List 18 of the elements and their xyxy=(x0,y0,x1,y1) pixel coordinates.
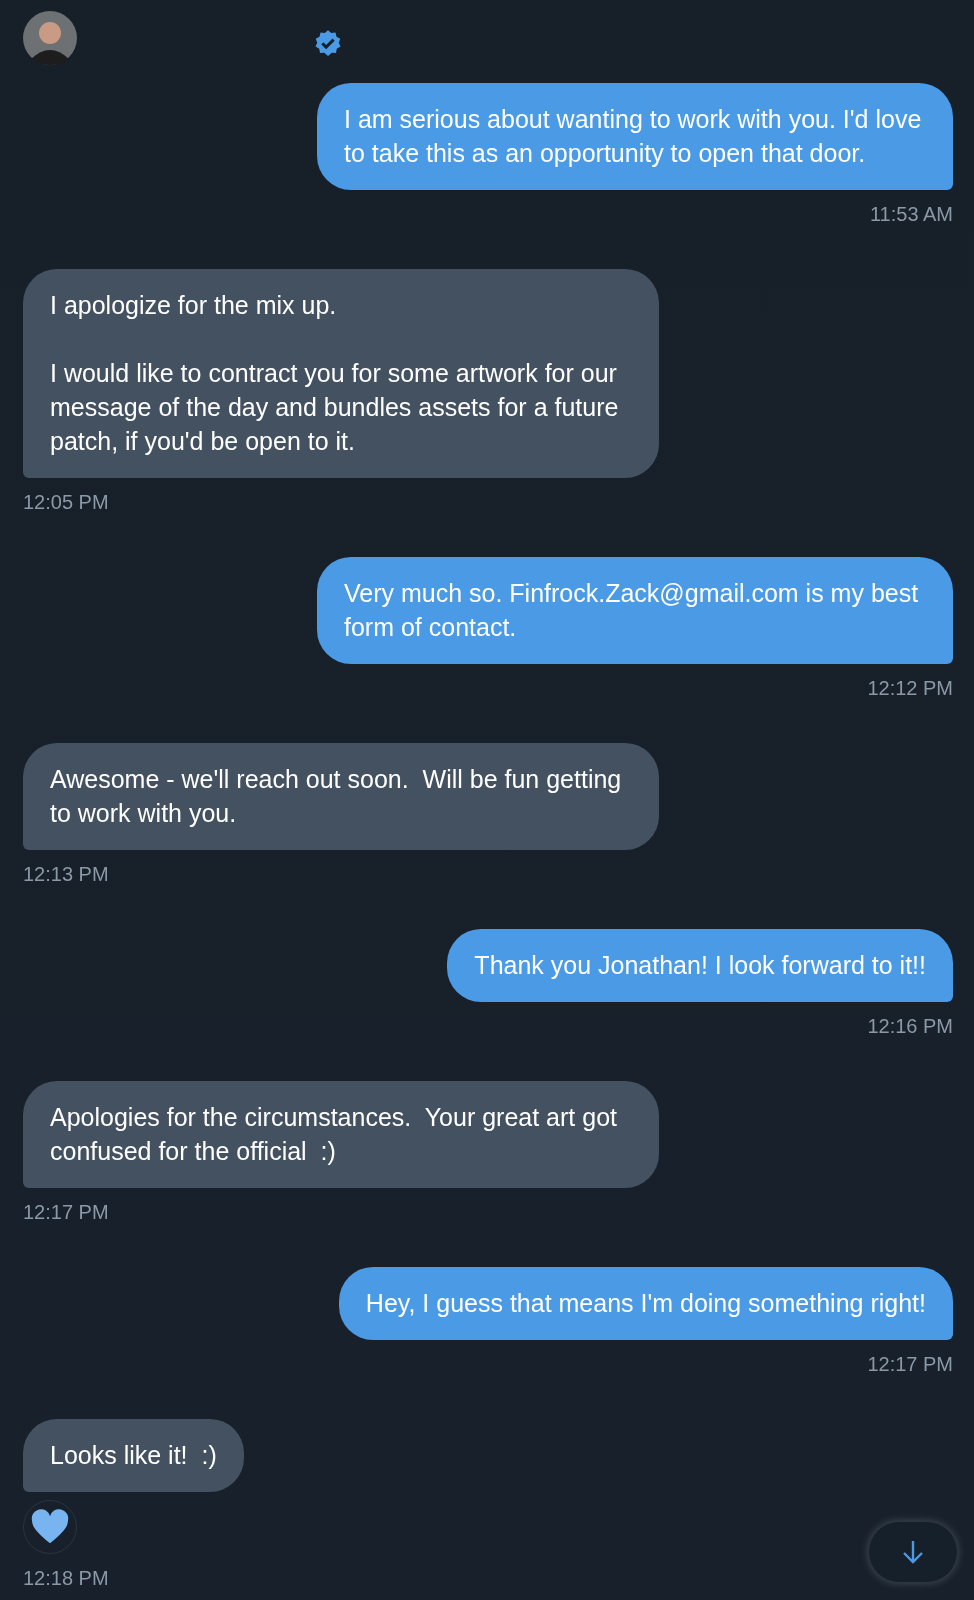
received-message-bubble: Awesome - we'll reach out soon. Will be fun getting to work with you. xyxy=(23,743,659,850)
received-message-bubble: Apologies for the circumstances. Your great art got confused for the official :) xyxy=(23,1081,659,1188)
avatar[interactable] xyxy=(23,11,77,65)
message-time: 12:17 PM xyxy=(867,1352,953,1376)
message-time: 12:17 PM xyxy=(23,1200,109,1224)
sent-message-bubble: I am serious about wanting to work with you. I'd love to take this as an opportunity to open that door. xyxy=(317,83,953,190)
message-time: 12:05 PM xyxy=(23,490,109,514)
message-time: 12:12 PM xyxy=(867,676,953,700)
message-time: 11:53 AM xyxy=(869,202,953,226)
sent-message-bubble: Very much so. Finfrock.Zack@gmail.com is my best form of contact. xyxy=(317,557,953,664)
received-message-bubble: Looks like it! :) xyxy=(23,1419,244,1492)
sent-message-bubble: Thank you Jonathan! I look forward to it!! xyxy=(447,929,953,1002)
arrow-down-icon xyxy=(901,1539,925,1565)
message-time: 12:18 PM xyxy=(23,1566,109,1590)
sent-message-bubble: Hey, I guess that means I'm doing something right! xyxy=(338,1267,953,1340)
message-time: 12:16 PM xyxy=(867,1014,953,1038)
message-time: 12:13 PM xyxy=(23,862,109,886)
received-message-bubble: I apologize for the mix up. I would like to contract you for some artwork for our message of the day and bundles assets for a future patch, if you'd be open to it. xyxy=(23,269,659,478)
